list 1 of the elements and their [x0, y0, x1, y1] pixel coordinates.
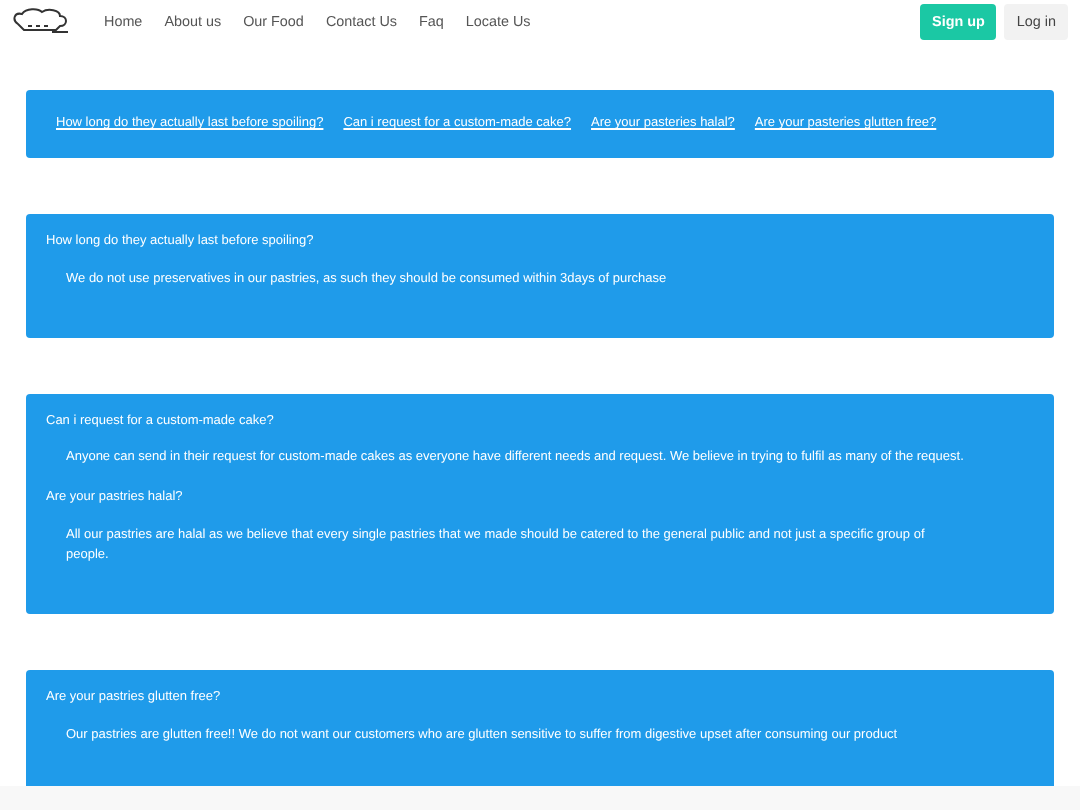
logo-icon[interactable]: [12, 8, 72, 36]
